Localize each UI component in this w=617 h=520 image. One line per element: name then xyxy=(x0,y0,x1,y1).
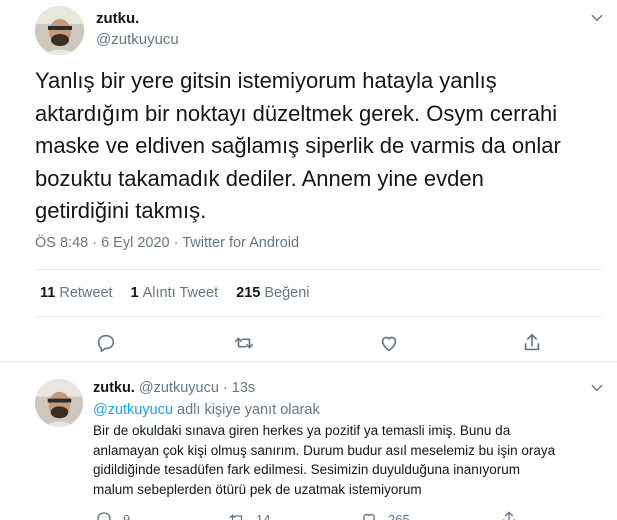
retweet-stat[interactable]: 11 Retweet xyxy=(40,285,113,301)
divider xyxy=(35,316,602,317)
like-count: 215 xyxy=(236,285,261,301)
user-handle[interactable]: @zutkuyucu xyxy=(96,31,179,48)
share-button[interactable] xyxy=(500,510,528,520)
tweet-timestamp[interactable]: ÖS 8:48 · 6 Eyl 2020 · Twitter for Andro… xyxy=(35,235,299,251)
like-label: Beğeni xyxy=(264,285,310,301)
main-tweet[interactable]: zutku. @zutkuyucu Yanlış bir yere gitsin… xyxy=(0,0,617,362)
like-button[interactable]: 265 xyxy=(360,510,410,520)
share-icon[interactable] xyxy=(521,332,543,354)
chevron-down-icon[interactable] xyxy=(588,379,606,397)
avatar[interactable] xyxy=(35,379,83,427)
like-stat[interactable]: 215 Beğeni xyxy=(236,285,309,301)
tweet-stats: 11 Retweet 1 Alıntı Tweet 215 Beğeni xyxy=(40,285,327,301)
retweet-icon xyxy=(229,514,245,520)
like-icon xyxy=(363,513,375,520)
user-handle[interactable]: @zutkuyucu xyxy=(139,380,219,396)
tweet-text: Yanlış bir yere gitsin istemiyorum hatay… xyxy=(35,68,561,223)
reply-context: @zutkuyucu adlı kişiye yanıt olarak xyxy=(93,402,320,418)
avatar[interactable] xyxy=(35,6,84,55)
reply-icon xyxy=(97,512,111,520)
tweet-actions: 9 14 265 xyxy=(0,510,617,520)
like-count: 265 xyxy=(388,511,410,520)
display-name[interactable]: zutku. xyxy=(93,380,135,396)
share-icon xyxy=(503,511,515,520)
quote-count: 1 xyxy=(130,285,139,301)
retweet-count: 14 xyxy=(256,511,271,520)
divider xyxy=(35,269,602,270)
chevron-down-icon[interactable] xyxy=(588,9,606,27)
retweet-label: Retweet xyxy=(59,285,113,301)
quote-stat[interactable]: 1 Alıntı Tweet xyxy=(131,285,219,301)
tweet-time[interactable]: · 13s xyxy=(223,380,255,396)
reply-to-mention[interactable]: @zutkuyucu xyxy=(93,402,173,418)
quote-label: Alıntı Tweet xyxy=(142,285,219,301)
retweet-icon[interactable] xyxy=(233,332,255,354)
reply-icon[interactable] xyxy=(95,332,117,354)
reply-button[interactable]: 9 xyxy=(95,510,130,520)
display-name[interactable]: zutku. xyxy=(96,10,139,27)
reply-to-suffix: adlı kişiye yanıt olarak xyxy=(173,402,320,418)
retweet-button[interactable]: 14 xyxy=(228,510,270,520)
tweet-text: Bir de okuldaki sınava giren herkes ya p… xyxy=(93,423,556,497)
retweet-count: 11 xyxy=(40,285,56,301)
reply-tweet[interactable]: zutku. @zutkuyucu · 13s @zutkuyucu adlı … xyxy=(0,363,617,520)
reply-count: 9 xyxy=(123,511,131,520)
like-icon[interactable] xyxy=(378,332,400,354)
reply-header: zutku. @zutkuyucu · 13s xyxy=(93,380,255,396)
